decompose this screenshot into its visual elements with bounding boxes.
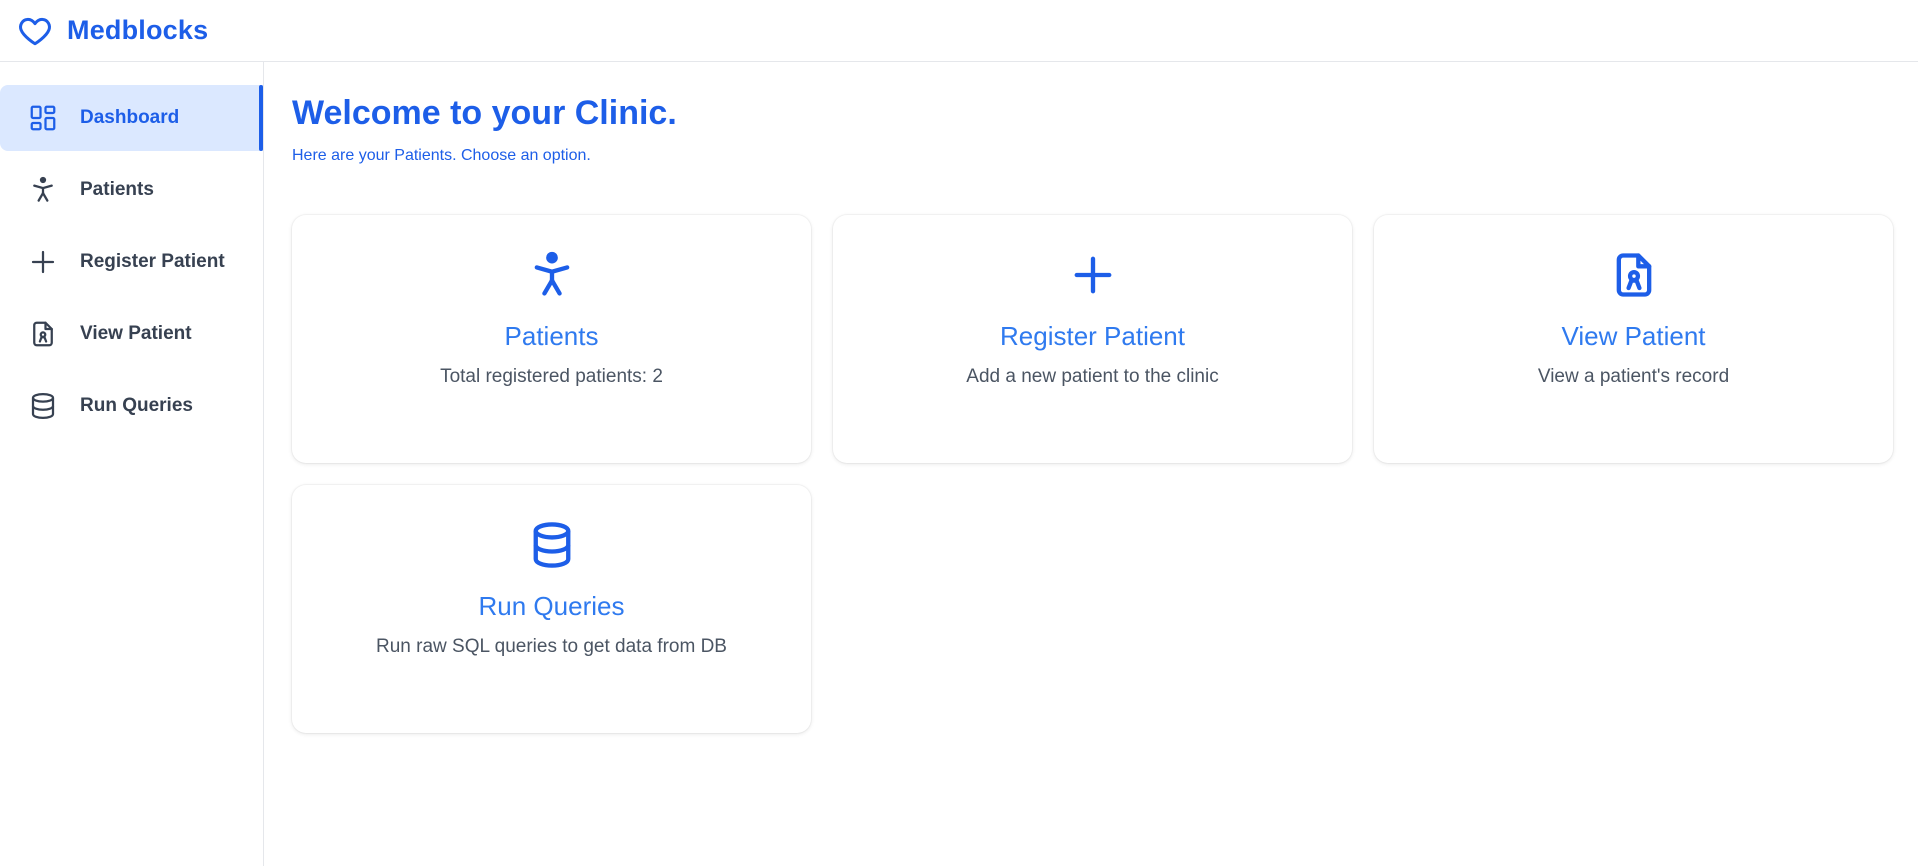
card-patients[interactable]: Patients Total registered patients: 2 xyxy=(292,215,811,463)
sidebar-item-label: Patients xyxy=(80,179,154,200)
sidebar-item-view-patient[interactable]: View Patient xyxy=(0,301,263,367)
sidebar-item-patients[interactable]: Patients xyxy=(0,157,263,223)
person-icon xyxy=(526,249,578,303)
sidebar-item-run-queries[interactable]: Run Queries xyxy=(0,373,263,439)
card-description: View a patient's record xyxy=(1537,366,1730,387)
sidebar: Dashboard Patients Register Patient View… xyxy=(0,62,264,866)
brand[interactable]: Medblocks xyxy=(17,13,208,49)
page-subtitle: Here are your Patients. Choose an option… xyxy=(292,147,591,164)
card-title: Patients xyxy=(504,321,599,351)
database-icon xyxy=(28,391,58,421)
sidebar-item-label: Register Patient xyxy=(80,251,225,272)
patient-file-icon xyxy=(1608,249,1660,303)
top-bar: Medblocks xyxy=(0,0,1918,62)
patient-file-icon xyxy=(28,319,58,349)
card-title: Run Queries xyxy=(478,591,625,621)
plus-icon xyxy=(28,247,58,277)
sidebar-item-label: View Patient xyxy=(80,323,192,344)
brand-name: Medblocks xyxy=(67,15,209,45)
sidebar-item-dashboard[interactable]: Dashboard xyxy=(0,85,263,151)
card-title: Register Patient xyxy=(1000,321,1185,351)
card-register-patient[interactable]: Register Patient Add a new patient to th… xyxy=(833,215,1352,463)
card-view-patient[interactable]: View Patient View a patient's record xyxy=(1374,215,1893,463)
heart-icon xyxy=(17,13,53,49)
sidebar-item-label: Run Queries xyxy=(80,395,193,416)
sidebar-item-register-patient[interactable]: Register Patient xyxy=(0,229,263,295)
database-icon xyxy=(526,519,578,573)
person-icon xyxy=(28,175,58,205)
card-description: Add a new patient to the clinic xyxy=(966,366,1219,387)
card-description: Run raw SQL queries to get data from DB xyxy=(376,636,727,657)
plus-icon xyxy=(1067,249,1119,303)
card-title: View Patient xyxy=(1561,321,1706,351)
card-grid: Patients Total registered patients: 2 Re… xyxy=(292,215,1893,733)
sidebar-item-label: Dashboard xyxy=(80,107,180,128)
card-run-queries[interactable]: Run Queries Run raw SQL queries to get d… xyxy=(292,485,811,733)
main-content: Welcome to your Clinic. Here are your Pa… xyxy=(292,62,1893,733)
page-title: Welcome to your Clinic. xyxy=(292,94,677,132)
card-description: Total registered patients: 2 xyxy=(440,366,663,387)
dashboard-icon xyxy=(28,103,58,133)
